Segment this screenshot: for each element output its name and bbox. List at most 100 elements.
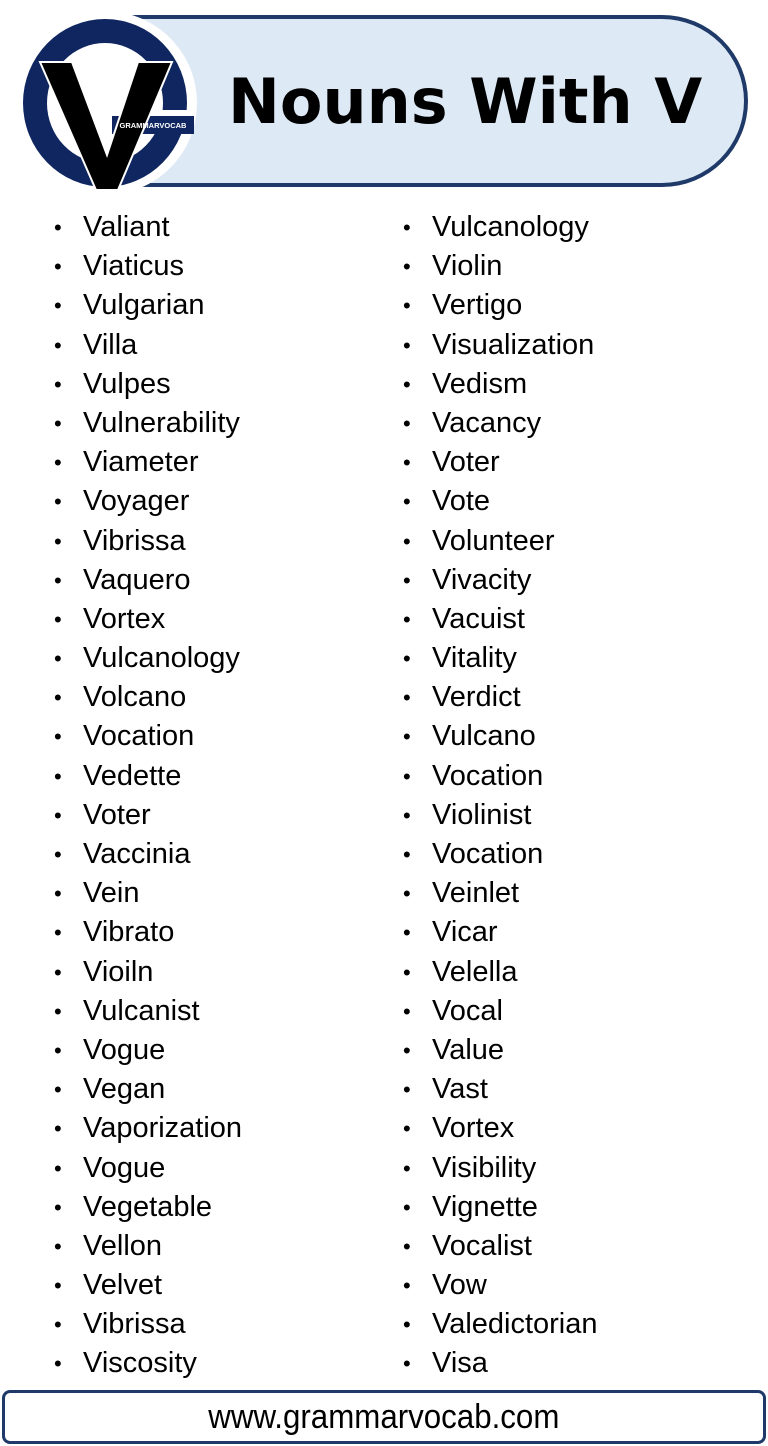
noun-word: Vulnerability <box>83 406 240 439</box>
list-item: • Value <box>401 1031 598 1070</box>
bullet-icon: • <box>54 528 62 554</box>
noun-word: Vitality <box>432 642 517 675</box>
list-item: • Vivacity <box>401 561 598 600</box>
noun-word: Verdict <box>432 681 521 714</box>
noun-word: Vaccinia <box>83 838 191 870</box>
list-item: • Visa <box>401 1344 598 1383</box>
bullet-icon: • <box>403 724 411 750</box>
noun-word: Vulgarian <box>83 289 205 322</box>
bullet-icon: • <box>403 763 411 789</box>
bullet-icon: • <box>403 1037 411 1063</box>
list-item: • Verdict <box>401 678 598 717</box>
bullet-icon: • <box>403 1312 411 1338</box>
bullet-icon: • <box>54 920 62 946</box>
noun-word: Vocation <box>83 720 195 753</box>
noun-word: Value <box>432 1033 505 1066</box>
bullet-icon: • <box>403 1233 411 1259</box>
bullet-icon: • <box>403 215 411 240</box>
list-item: • Vellon <box>52 1227 242 1266</box>
list-item: • Vulcanist <box>52 992 242 1031</box>
noun-word: Voter <box>432 446 500 479</box>
noun-word: Vibrato <box>83 916 175 949</box>
bullet-icon: • <box>54 1037 62 1063</box>
noun-list-right: • Vulcanology • Violin • Vertigo • Visualizatio… <box>401 208 598 1384</box>
list-item: • Volcano <box>52 678 242 717</box>
list-item: • Velvet <box>52 1266 242 1305</box>
bullet-icon: • <box>54 606 62 632</box>
list-item: • Velella <box>401 953 598 992</box>
bullet-icon: • <box>403 646 411 672</box>
noun-list-left: • Valiant • Viaticus • Vulgarian • Villa • Vulpes… <box>52 208 242 1384</box>
list-item: • Vaccinia <box>52 835 242 874</box>
bullet-icon: • <box>403 450 411 476</box>
noun-word: Volunteer <box>432 524 555 557</box>
bullet-icon: • <box>54 842 62 867</box>
bullet-icon: • <box>54 371 62 397</box>
website-url: www.grammarvocab.com <box>208 1398 560 1436</box>
bullet-icon: • <box>54 489 62 515</box>
list-item: • Villa <box>52 326 242 365</box>
noun-word: Valiant <box>83 211 170 243</box>
list-item: • Vegan <box>52 1070 242 1109</box>
noun-word: Vibrissa <box>83 524 186 557</box>
list-item: • Valiant <box>52 208 242 247</box>
bullet-icon: • <box>54 1155 62 1181</box>
bullet-icon: • <box>403 254 411 280</box>
bullet-icon: • <box>403 959 411 985</box>
bullet-icon: • <box>403 1116 411 1142</box>
bullet-icon: • <box>403 1194 411 1220</box>
bullet-icon: • <box>54 332 62 358</box>
bullet-icon: • <box>54 1273 62 1299</box>
list-item: • Vocal <box>401 992 598 1031</box>
noun-word: Vast <box>432 1073 488 1106</box>
list-item: • Vote <box>401 482 598 521</box>
noun-word: Vulcanology <box>432 211 589 243</box>
noun-word: Vioiln <box>83 955 154 988</box>
bullet-icon: • <box>403 293 411 319</box>
bullet-icon: • <box>54 685 62 711</box>
list-item: • Vegetable <box>52 1188 242 1227</box>
noun-word: Vaporization <box>83 1112 243 1145</box>
bullet-icon: • <box>54 1116 62 1142</box>
noun-word: Vacancy <box>432 406 542 439</box>
bullet-icon: • <box>54 881 62 907</box>
list-item: • Voter <box>52 796 242 835</box>
noun-word: Velvet <box>83 1269 162 1302</box>
bullet-icon: • <box>403 1273 411 1299</box>
bullet-icon: • <box>403 528 411 554</box>
bullet-icon: • <box>54 724 62 750</box>
noun-word: Vocation <box>432 759 544 792</box>
noun-word: Vow <box>432 1269 487 1302</box>
list-item: • Volunteer <box>401 522 598 561</box>
list-item: • Vocation <box>401 835 598 874</box>
list-item: • Vulcano <box>401 717 598 756</box>
list-item: • Visibility <box>401 1149 598 1188</box>
list-item: • Vocalist <box>401 1227 598 1266</box>
bullet-icon: • <box>54 998 62 1024</box>
noun-word: Vegan <box>83 1073 166 1106</box>
noun-word: Vote <box>432 485 491 518</box>
noun-word: Vulcano <box>432 720 536 753</box>
list-item: • Viaticus <box>52 247 242 286</box>
noun-word: Vogue <box>83 1151 166 1184</box>
noun-word: Vedism <box>432 367 528 400</box>
list-item: • Valedictorian <box>401 1305 598 1344</box>
list-item: • Violinist <box>401 796 598 835</box>
list-item: • Vast <box>401 1070 598 1109</box>
list-item: • Vulnerability <box>52 404 242 443</box>
noun-word: Veinlet <box>432 877 520 910</box>
bullet-icon: • <box>403 881 411 907</box>
noun-word: Vocalist <box>432 1229 532 1262</box>
noun-word: Vegetable <box>83 1190 213 1223</box>
list-item: • Vaporization <box>52 1109 242 1148</box>
noun-word: Viaticus <box>83 250 185 283</box>
noun-word: Vulcanist <box>83 994 200 1027</box>
noun-word: Vortex <box>83 602 166 635</box>
bullet-icon: • <box>54 410 62 436</box>
list-item: • Vortex <box>52 600 242 639</box>
list-item: • Vulgarian <box>52 286 242 325</box>
bullet-icon: • <box>403 1351 411 1377</box>
list-item: • Vocation <box>52 717 242 756</box>
noun-word: Vocal <box>432 994 503 1027</box>
bullet-icon: • <box>403 567 411 593</box>
